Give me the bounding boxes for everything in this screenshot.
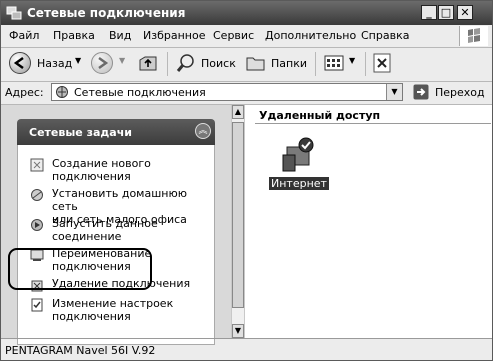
title-bar[interactable]: Сетевые подключения _ □ ✕ xyxy=(1,1,492,25)
menu-advanced[interactable]: Дополнительно xyxy=(265,29,356,42)
windows-logo-icon xyxy=(459,26,488,46)
delete-button[interactable] xyxy=(371,52,393,76)
views-dropdown-icon[interactable]: ▼ xyxy=(349,56,355,65)
task-label: соединение xyxy=(52,230,122,243)
up-folder-icon xyxy=(139,56,157,71)
task-label: подключения xyxy=(52,310,131,323)
window-title: Сетевые подключения xyxy=(27,6,186,20)
task-label: Создание нового xyxy=(52,157,151,170)
back-dropdown-icon[interactable]: ▼ xyxy=(75,56,81,65)
forward-button[interactable]: ▼ xyxy=(91,52,127,76)
back-arrow-icon xyxy=(9,52,31,74)
group-header: Удаленный доступ xyxy=(259,109,381,122)
task-label: подключения xyxy=(52,170,131,183)
network-tasks-header[interactable]: Сетевые задачи ︽ xyxy=(17,119,215,145)
menu-file[interactable]: Файл xyxy=(9,29,39,42)
menu-bar: Файл Правка Вид Избранное Сервис Дополни… xyxy=(1,25,492,48)
collapse-chevron-icon[interactable]: ︽ xyxy=(195,123,211,139)
menu-tools[interactable]: Сервис xyxy=(213,29,254,42)
network-connections-icon xyxy=(6,6,22,20)
back-label: Назад xyxy=(37,57,73,70)
task-label: Установить домашнюю сеть xyxy=(52,187,187,213)
network-connections-icon xyxy=(56,86,68,98)
address-label: Адрес: xyxy=(5,86,44,99)
go-label: Переход xyxy=(435,86,485,99)
go-arrow-icon xyxy=(413,84,429,100)
connection-name-label: Интернет xyxy=(269,177,329,190)
internet-connection-item[interactable]: Интернет xyxy=(267,135,329,193)
settings-checklist-icon xyxy=(31,298,43,312)
status-text: PENTAGRAM Navel 56I V.92 xyxy=(5,344,156,357)
network-tasks-panel: Создание нового подключения Установить до… xyxy=(17,145,215,345)
search-label: Поиск xyxy=(201,57,236,70)
address-field[interactable]: Сетевые подключения ▼ xyxy=(51,83,403,101)
explorer-window: Сетевые подключения _ □ ✕ Файл Правка Ви… xyxy=(0,0,493,361)
maximize-button[interactable]: □ xyxy=(438,5,454,20)
delete-icon xyxy=(373,53,391,73)
dialup-connection-icon xyxy=(282,137,314,172)
search-icon xyxy=(176,54,194,72)
network-tasks-title: Сетевые задачи xyxy=(29,126,132,139)
scroll-down-icon[interactable]: ▼ xyxy=(232,324,244,338)
toolbar-separator xyxy=(167,52,168,76)
go-button[interactable]: Переход xyxy=(411,83,491,101)
views-icon xyxy=(324,55,344,71)
forward-dropdown-icon[interactable]: ▼ xyxy=(119,56,125,65)
address-value: Сетевые подключения xyxy=(74,86,206,99)
close-button[interactable]: ✕ xyxy=(457,5,473,20)
toolbar: Назад ▼ ▼ Поиск Папки ▼ xyxy=(1,47,492,82)
folders-icon xyxy=(246,57,265,71)
toolbar-separator xyxy=(365,52,366,76)
toolbar-separator xyxy=(315,52,316,76)
task-label: Запустить данное xyxy=(52,217,158,230)
tasks-pane: Сетевые задачи ︽ Создание нового подключе… xyxy=(1,105,231,345)
folders-button[interactable]: Папки xyxy=(245,52,309,76)
forward-arrow-icon xyxy=(91,52,113,74)
back-button[interactable]: Назад ▼ xyxy=(9,52,83,76)
search-button[interactable]: Поиск xyxy=(175,52,239,76)
scroll-up-icon[interactable]: ▲ xyxy=(232,105,244,119)
highlight-outline xyxy=(8,248,152,290)
status-bar: PENTAGRAM Navel 56I V.92 xyxy=(1,338,492,361)
minimize-button[interactable]: _ xyxy=(421,5,437,20)
address-dropdown-icon[interactable]: ▼ xyxy=(386,84,402,100)
connections-view: Удаленный доступ Интернет xyxy=(245,105,492,338)
start-connection-icon xyxy=(31,219,43,231)
menu-edit[interactable]: Правка xyxy=(53,29,95,42)
group-divider xyxy=(255,123,491,124)
task-label: Изменение настроек xyxy=(52,297,174,310)
menu-view[interactable]: Вид xyxy=(109,29,131,42)
menu-help[interactable]: Справка xyxy=(361,29,409,42)
home-network-icon xyxy=(31,189,43,201)
up-folder-button[interactable] xyxy=(137,52,161,76)
new-connection-icon xyxy=(30,158,44,172)
address-bar: Адрес: Сетевые подключения ▼ Переход xyxy=(1,81,492,105)
scroll-thumb[interactable] xyxy=(232,122,244,308)
views-button[interactable]: ▼ xyxy=(323,52,359,76)
left-pane-scrollbar[interactable]: ▲ ▼ xyxy=(231,105,245,338)
menu-favorites[interactable]: Избранное xyxy=(143,29,205,42)
folders-label: Папки xyxy=(271,57,307,70)
